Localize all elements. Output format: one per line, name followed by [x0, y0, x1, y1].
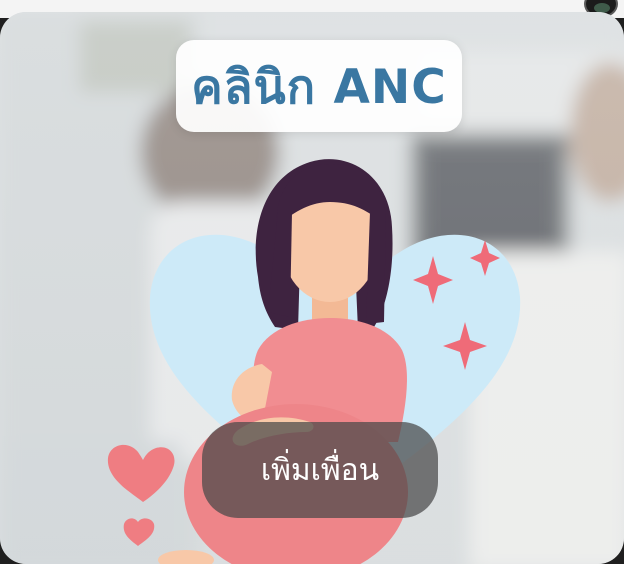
add-friend-label: เพิ่มเพื่อน — [260, 452, 380, 488]
anc-clinic-banner[interactable]: คลินิก ANC เพิ่มเพื่อน — [0, 12, 624, 564]
screen: คลินิก ANC เพิ่มเพื่อน — [0, 0, 624, 564]
banner-title: คลินิก ANC — [191, 59, 447, 115]
title-plate: คลินิก ANC — [176, 40, 462, 132]
add-friend-button[interactable]: เพิ่มเพื่อน — [202, 422, 438, 518]
